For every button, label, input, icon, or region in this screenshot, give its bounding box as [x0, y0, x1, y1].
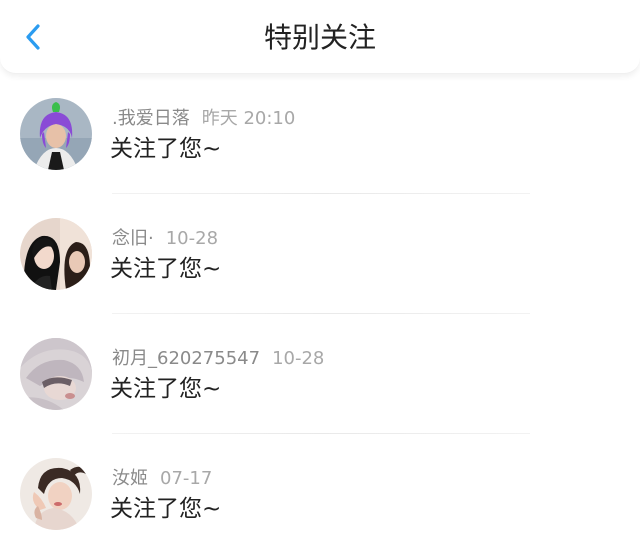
user-name[interactable]: .我爱日落: [112, 108, 190, 129]
timestamp: 昨天 20:10: [201, 108, 296, 129]
user-name[interactable]: 初月_620275547: [112, 348, 260, 369]
timestamp: 10-28: [165, 228, 219, 249]
special-follows-screen: 特别关注 .我爱日落 昨天 20:10 关注了您~ 念旧· 10-28 关注了您…: [0, 0, 640, 547]
message-text: 关注了您~: [110, 376, 222, 402]
item-meta: .我爱日落 昨天 20:10: [112, 107, 295, 131]
message-text: 关注了您~: [110, 256, 222, 282]
item-meta: 初月_620275547 10-28: [112, 347, 324, 371]
message-text: 关注了您~: [110, 496, 222, 522]
item-meta: 念旧· 10-28: [112, 227, 218, 251]
timestamp: 07-17: [160, 468, 213, 489]
notification-list: .我爱日落 昨天 20:10 关注了您~ 念旧· 10-28 关注了您~ 初月_…: [0, 74, 640, 547]
avatar[interactable]: [20, 218, 92, 290]
list-item[interactable]: 初月_620275547 10-28 关注了您~: [0, 314, 640, 434]
avatar[interactable]: [20, 98, 92, 170]
message-text: 关注了您~: [110, 136, 222, 162]
list-item[interactable]: 念旧· 10-28 关注了您~: [0, 194, 640, 314]
list-item[interactable]: 汝姬 07-17 关注了您~: [0, 434, 640, 547]
header-bar: 特别关注: [0, 0, 640, 74]
user-name[interactable]: 汝姬: [112, 468, 148, 489]
avatar[interactable]: [20, 338, 92, 410]
list-item[interactable]: .我爱日落 昨天 20:10 关注了您~: [0, 74, 640, 194]
timestamp: 10-28: [272, 348, 325, 369]
page-title: 特别关注: [263, 21, 376, 54]
item-meta: 汝姬 07-17: [112, 467, 212, 491]
user-name[interactable]: 念旧·: [112, 228, 154, 249]
avatar[interactable]: [20, 458, 92, 530]
